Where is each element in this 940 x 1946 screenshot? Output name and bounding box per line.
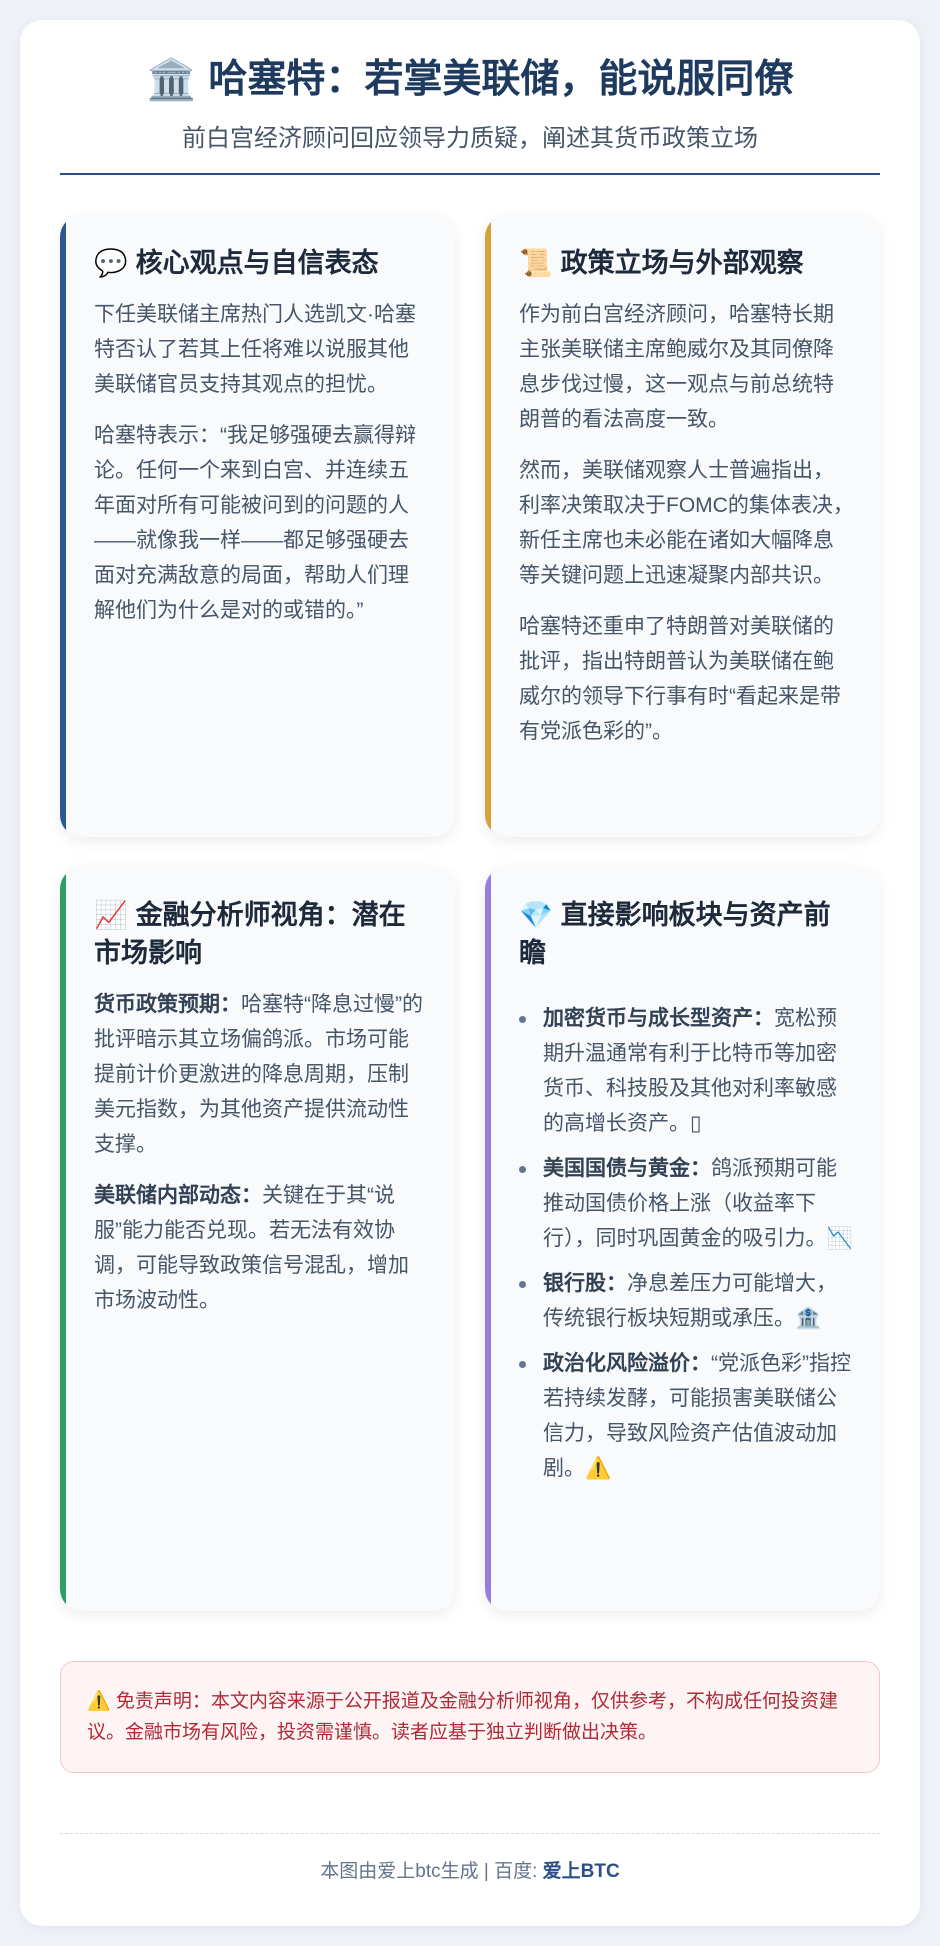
- analysis-item: 货币政策预期：哈塞特“降息过慢”的批评暗示其立场偏鸽派。市场可能提前计价更激进的…: [94, 987, 429, 1162]
- bank-building-icon: 🏛️: [146, 58, 197, 102]
- card-core-views: 💬 核心观点与自信表态 下任美联储主席热门人选凯文·哈塞特否认了若其上任将难以说服…: [60, 215, 455, 837]
- page: 🏛️ 哈塞特：若掌美联储，能说服同僚 前白宫经济顾问回应领导力质疑，阐述其货币政…: [20, 20, 920, 1926]
- card-title-text: 政策立场与外部观察: [560, 248, 804, 278]
- page-title: 🏛️ 哈塞特：若掌美联储，能说服同僚: [60, 56, 880, 104]
- list-item: 美国国债与黄金：鸽派预期可能推动国债价格上涨（收益率下行），同时巩固黄金的吸引力…: [519, 1151, 854, 1256]
- footer: 本图由爱上btc生成 | 百度: 爱上BTC: [60, 1856, 880, 1883]
- card-title: 📈 金融分析师视角：潜在市场影响: [94, 897, 429, 973]
- footer-text: 本图由爱上btc生成 | 百度:: [320, 1861, 543, 1882]
- gem-icon: 💎: [519, 900, 553, 930]
- paragraph: 作为前白宫经济顾问，哈塞特长期主张美联储主席鲍威尔及其同僚降息步伐过慢，这一观点…: [519, 302, 834, 431]
- header: 🏛️ 哈塞特：若掌美联储，能说服同僚 前白宫经济顾问回应领导力质疑，阐述其货币政…: [60, 56, 880, 175]
- card-affected-sectors: 💎 直接影响板块与资产前瞻 加密货币与成长型资产：宽松预期升温通常有利于比特币等加…: [485, 867, 880, 1611]
- card-grid: 💬 核心观点与自信表态 下任美联储主席热门人选凯文·哈塞特否认了若其上任将难以说服…: [60, 215, 880, 1611]
- sector-list: 加密货币与成长型资产：宽松预期升温通常有利于比特币等加密货币、科技股及其他对利率…: [519, 1001, 854, 1486]
- list-item: 政治化风险溢价：“党派色彩”指控若持续发酵，可能损害美联储公信力，导致风险资产估…: [519, 1346, 854, 1486]
- page-title-text: 哈塞特：若掌美联储，能说服同僚: [208, 57, 794, 101]
- disclaimer-box: ⚠️ 免责声明：本文内容来源于公开报道及金融分析师视角，仅供参考，不构成任何投资…: [60, 1661, 880, 1773]
- header-divider: [60, 173, 880, 175]
- analysis-item: 美联储内部动态：关键在于其“说服”能力能否兑现。若无法有效协调，可能导致政策信号…: [94, 1178, 429, 1318]
- card-title: 💬 核心观点与自信表态: [94, 245, 429, 283]
- chart-up-icon: 📈: [94, 900, 128, 930]
- item-label: 货币政策预期：: [94, 992, 241, 1016]
- item-label: 政治化风险溢价：: [543, 1351, 711, 1375]
- card-title: 💎 直接影响板块与资产前瞻: [519, 897, 854, 973]
- paragraph: 然而，美联储观察人士普遍指出，利率决策取决于FOMC的集体表决，新任主席也未必能…: [519, 458, 854, 587]
- item-label: 美国国债与黄金：: [543, 1156, 711, 1180]
- card-title-text: 金融分析师视角：潜在市场影响: [94, 900, 406, 968]
- card-title-text: 核心观点与自信表态: [135, 248, 379, 278]
- speech-bubble-icon: 💬: [94, 248, 128, 278]
- item-label: 加密货币与成长型资产：: [543, 1006, 774, 1030]
- footer-brand-link[interactable]: 爱上BTC: [543, 1861, 620, 1882]
- card-analyst-view: 📈 金融分析师视角：潜在市场影响 货币政策预期：哈塞特“降息过慢”的批评暗示其立场…: [60, 867, 455, 1611]
- scroll-icon: 📜: [519, 248, 553, 278]
- item-text: 哈塞特“降息过慢”的批评暗示其立场偏鸽派。市场可能提前计价更激进的降息周期，压制…: [94, 992, 423, 1156]
- paragraph: 哈塞特还重申了特朗普对美联储的批评，指出特朗普认为美联储在鲍威尔的领导下行事有时…: [519, 614, 841, 743]
- quote-paragraph: 哈塞特表示：“我足够强硬去赢得辩论。任何一个来到白宫、并连续五年面对所有可能被问…: [94, 423, 416, 622]
- card-title: 📜 政策立场与外部观察: [519, 245, 854, 283]
- list-item: 银行股：净息差压力可能增大，传统银行板块短期或承压。🏦: [519, 1266, 854, 1336]
- paragraph: 下任美联储主席热门人选凯文·哈塞特否认了若其上任将难以说服其他美联储官员支持其观…: [94, 302, 416, 396]
- item-label: 美联储内部动态：: [94, 1183, 262, 1207]
- page-subtitle: 前白宫经济顾问回应领导力质疑，阐述其货币政策立场: [182, 125, 758, 152]
- footer-divider: [60, 1833, 880, 1834]
- item-label: 银行股：: [543, 1271, 627, 1295]
- card-policy-stance: 📜 政策立场与外部观察 作为前白宫经济顾问，哈塞特长期主张美联储主席鲍威尔及其同僚…: [485, 215, 880, 837]
- list-item: 加密货币与成长型资产：宽松预期升温通常有利于比特币等加密货币、科技股及其他对利率…: [519, 1001, 854, 1141]
- card-title-text: 直接影响板块与资产前瞻: [519, 900, 831, 968]
